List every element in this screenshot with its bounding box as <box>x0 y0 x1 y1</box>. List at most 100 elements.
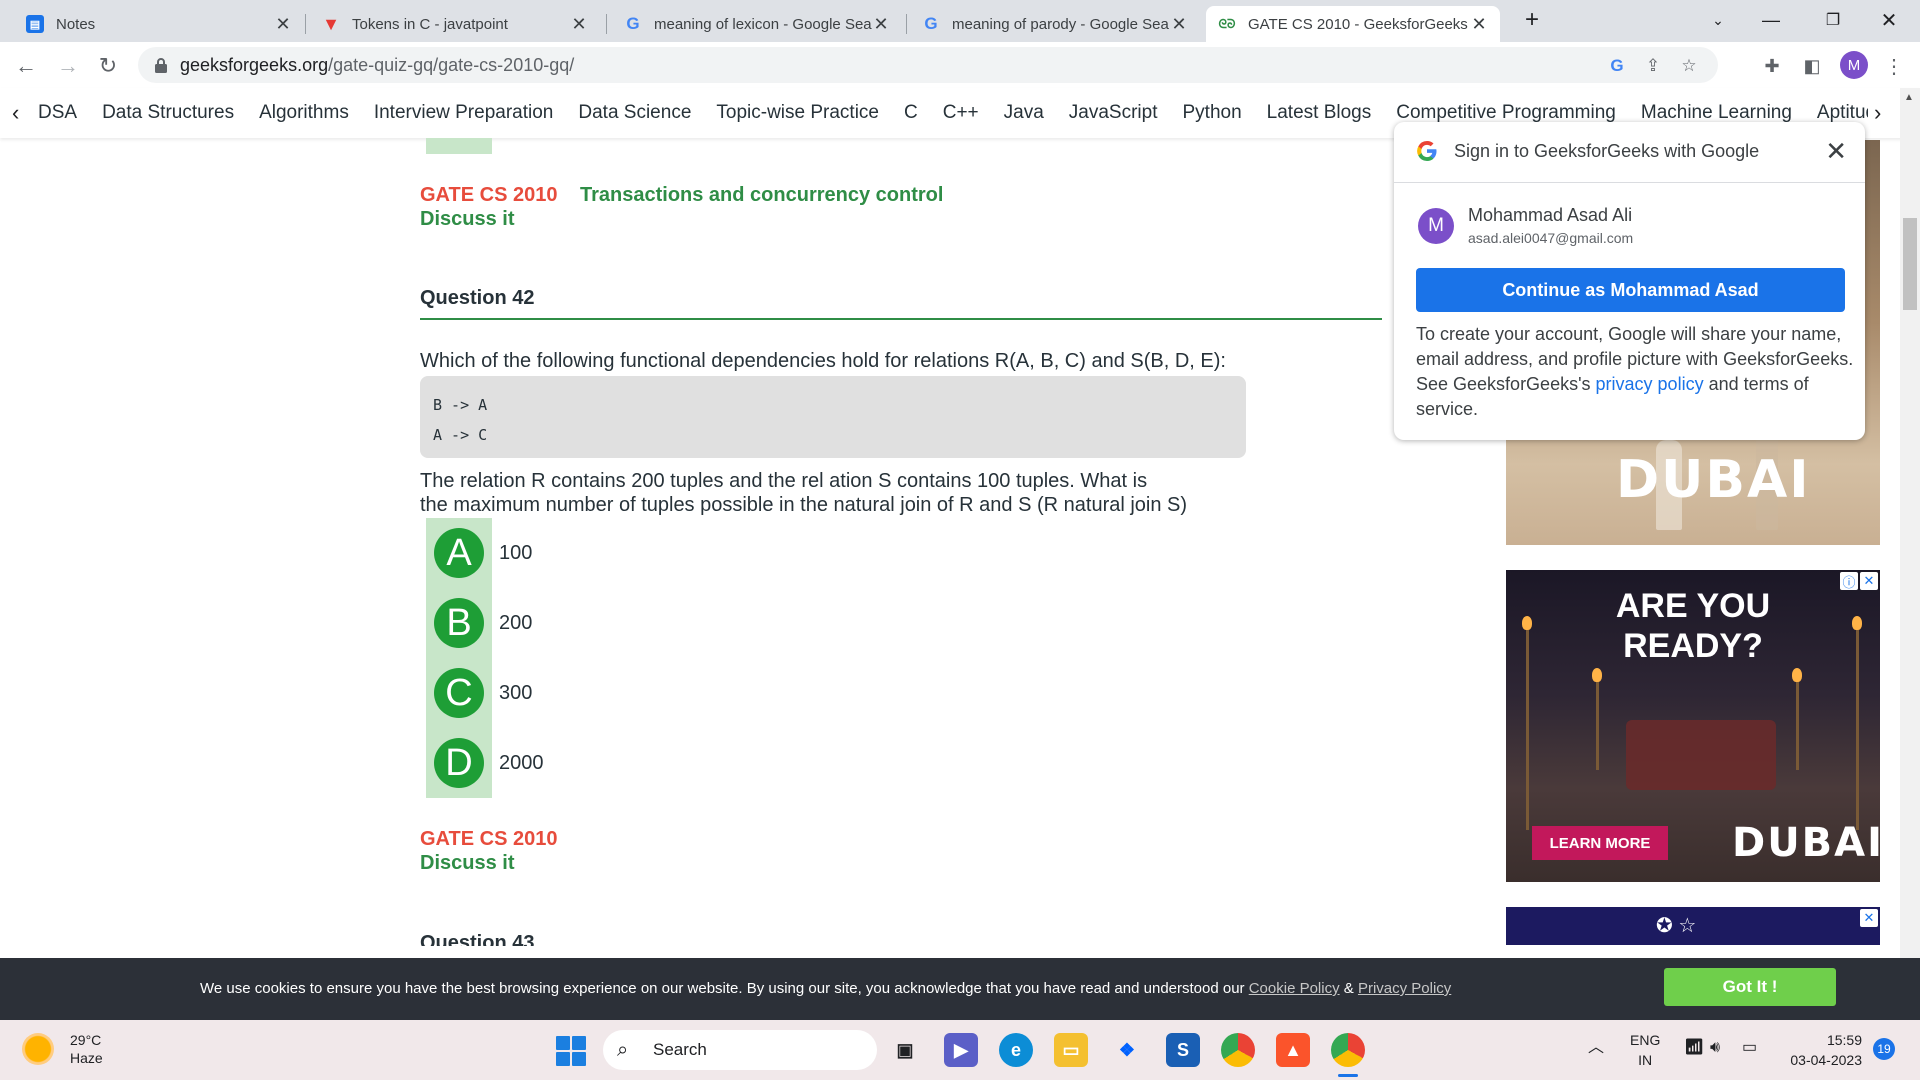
option-c-badge[interactable]: C <box>434 668 484 718</box>
nav-item-cpp[interactable]: C++ <box>943 102 979 124</box>
ad-headline: ARE YOU READY? <box>1506 586 1880 666</box>
brave-icon[interactable]: ▲ <box>1276 1033 1310 1067</box>
nav-item-interview-preparation[interactable]: Interview Preparation <box>374 102 554 124</box>
file-explorer-icon[interactable]: ▭ <box>1054 1033 1088 1067</box>
ad-dubai-ready[interactable]: ⓘ ✕ ARE YOU READY? LEARN MORE DUBAI <box>1506 570 1880 882</box>
nav-item-topic-wise-practice[interactable]: Topic-wise Practice <box>716 102 879 124</box>
google-lens-icon[interactable]: G <box>1606 55 1628 77</box>
discuss-link[interactable]: Discuss it <box>420 852 514 875</box>
close-icon[interactable]: ✕ <box>1170 14 1188 35</box>
continue-button[interactable]: Continue as Mohammad Asad <box>1416 268 1845 312</box>
option-c-value[interactable]: 300 <box>499 682 532 705</box>
menu-icon[interactable]: ⋮ <box>1878 50 1910 82</box>
start-button[interactable] <box>556 1036 586 1066</box>
language-indicator[interactable]: ENG IN <box>1630 1030 1660 1070</box>
nav-item-latest-blogs[interactable]: Latest Blogs <box>1267 102 1372 124</box>
cookie-policy-link[interactable]: Cookie Policy <box>1249 980 1340 997</box>
extensions-icon[interactable]: ✚ <box>1756 50 1788 82</box>
chrome-icon[interactable] <box>1221 1033 1255 1067</box>
privacy-policy-link[interactable]: Privacy Policy <box>1358 980 1451 997</box>
taskbar-search[interactable]: ⌕ Search <box>603 1030 877 1070</box>
nav-item-machine-learning[interactable]: Machine Learning <box>1641 102 1792 124</box>
site-nav-items: DSA Data Structures Algorithms Interview… <box>38 102 1887 124</box>
close-icon[interactable]: ✕ <box>872 14 890 35</box>
notification-badge[interactable]: 19 <box>1873 1038 1895 1060</box>
tab-separator <box>606 14 607 34</box>
gfg-icon: ᘓᘐ <box>1218 16 1236 31</box>
minimize-button[interactable]: — <box>1748 0 1794 40</box>
nav-item-python[interactable]: Python <box>1183 102 1242 124</box>
question-heading: Question 42 <box>420 287 535 309</box>
close-icon[interactable]: ✕ <box>274 14 292 35</box>
tab-google-lexicon[interactable]: G meaning of lexicon - Google Sea ✕ <box>612 6 902 42</box>
popup-divider <box>1394 182 1865 183</box>
tab-notes[interactable]: ▤ Notes ✕ <box>14 6 304 42</box>
task-view-icon[interactable]: ▣ <box>888 1033 922 1067</box>
nav-item-javascript[interactable]: JavaScript <box>1069 102 1158 124</box>
learn-more-button[interactable]: LEARN MORE <box>1532 826 1668 860</box>
prev-question-topic[interactable]: Transactions and concurrency control <box>580 184 943 207</box>
tab-javatpoint[interactable]: ▼ Tokens in C - javatpoint ✕ <box>310 6 600 42</box>
maximize-button[interactable]: ❐ <box>1810 0 1856 40</box>
volume-icon[interactable]: 🔊︎ <box>1710 1038 1720 1058</box>
tab-gfg[interactable]: ᘓᘐ GATE CS 2010 - GeeksforGeeks ✕ <box>1206 6 1500 42</box>
tab-google-parody[interactable]: G meaning of parody - Google Sea ✕ <box>910 6 1200 42</box>
app-s-icon[interactable]: S <box>1166 1033 1200 1067</box>
nav-item-data-science[interactable]: Data Science <box>578 102 691 124</box>
nav-item-java[interactable]: Java <box>1004 102 1044 124</box>
tab-search-icon[interactable]: ⌄ <box>1695 0 1741 40</box>
google-icon: G <box>924 14 938 33</box>
side-panel-icon[interactable]: ◧ <box>1796 50 1828 82</box>
close-icon[interactable]: ✕ <box>1825 136 1847 167</box>
ad-logo: DUBAI <box>1616 450 1811 510</box>
close-window-button[interactable]: ✕ <box>1866 0 1912 40</box>
battery-icon[interactable]: ▭ <box>1742 1038 1757 1058</box>
close-icon[interactable]: ✕ <box>570 14 588 35</box>
dropbox-icon[interactable]: ❖ <box>1110 1033 1144 1067</box>
nav-item-algorithms[interactable]: Algorithms <box>259 102 349 124</box>
nav-item-data-structures[interactable]: Data Structures <box>102 102 234 124</box>
got-it-button[interactable]: Got It ! <box>1664 968 1836 1006</box>
forward-icon[interactable]: → <box>52 50 84 82</box>
share-icon[interactable]: ⇪ <box>1642 55 1664 77</box>
address-bar[interactable]: geeksforgeeks.org/gate-quiz-gq/gate-cs-2… <box>138 47 1718 83</box>
prev-question-tag[interactable]: GATE CS 2010 <box>420 184 557 207</box>
chrome-profile-icon[interactable] <box>1331 1033 1365 1067</box>
nav-item-c[interactable]: C <box>904 102 918 124</box>
chevron-up-icon[interactable]: ︿ <box>1588 1038 1604 1058</box>
scrollbar-thumb[interactable] <box>1903 218 1917 310</box>
scroll-up-icon[interactable]: ▲ <box>1904 92 1914 103</box>
chevron-left-icon[interactable]: ‹ <box>12 100 19 126</box>
option-a-badge[interactable]: A <box>434 528 484 578</box>
bookmark-star-icon[interactable]: ☆ <box>1678 55 1700 77</box>
option-d-value[interactable]: 2000 <box>499 752 544 775</box>
reload-icon[interactable]: ↻ <box>92 50 124 82</box>
wifi-icon[interactable]: 📶︎ <box>1684 1038 1704 1058</box>
question-tag[interactable]: GATE CS 2010 <box>420 828 557 851</box>
popup-title: Sign in to GeeksforGeeks with Google <box>1454 140 1760 161</box>
question-text-line: The relation R contains 200 tuples and t… <box>420 470 1148 492</box>
option-a-value[interactable]: 100 <box>499 542 532 565</box>
new-tab-button[interactable]: + <box>1509 0 1555 40</box>
edge-icon[interactable]: e <box>999 1033 1033 1067</box>
option-b-value[interactable]: 200 <box>499 612 532 635</box>
close-icon[interactable]: ✕ <box>1860 909 1878 927</box>
clock[interactable]: 15:59 03-04-2023 <box>1782 1030 1862 1070</box>
close-icon[interactable]: ✕ <box>1470 14 1488 35</box>
profile-avatar[interactable]: M <box>1840 51 1868 79</box>
account-name[interactable]: Mohammad Asad Ali <box>1468 205 1632 226</box>
back-icon[interactable]: ← <box>10 50 42 82</box>
language-code: ENG <box>1630 1032 1661 1048</box>
option-d-badge[interactable]: D <box>434 738 484 788</box>
weather-widget[interactable]: 29°C Haze <box>22 1032 103 1066</box>
option-b-badge[interactable]: B <box>434 598 484 648</box>
nav-item-competitive-programming[interactable]: Competitive Programming <box>1396 102 1616 124</box>
prev-discuss-link[interactable]: Discuss it <box>420 208 514 231</box>
privacy-policy-link[interactable]: privacy policy <box>1596 374 1704 394</box>
ad-ipl[interactable]: ✕ ✪ ☆ <box>1506 907 1880 945</box>
teams-chat-icon[interactable]: ▶ <box>944 1033 978 1067</box>
account-email[interactable]: asad.alei0047@gmail.com <box>1468 230 1633 246</box>
chevron-right-icon[interactable]: › <box>1868 100 1888 126</box>
nav-item-dsa[interactable]: DSA <box>38 102 77 124</box>
ad-headline-line: READY? <box>1623 627 1763 665</box>
